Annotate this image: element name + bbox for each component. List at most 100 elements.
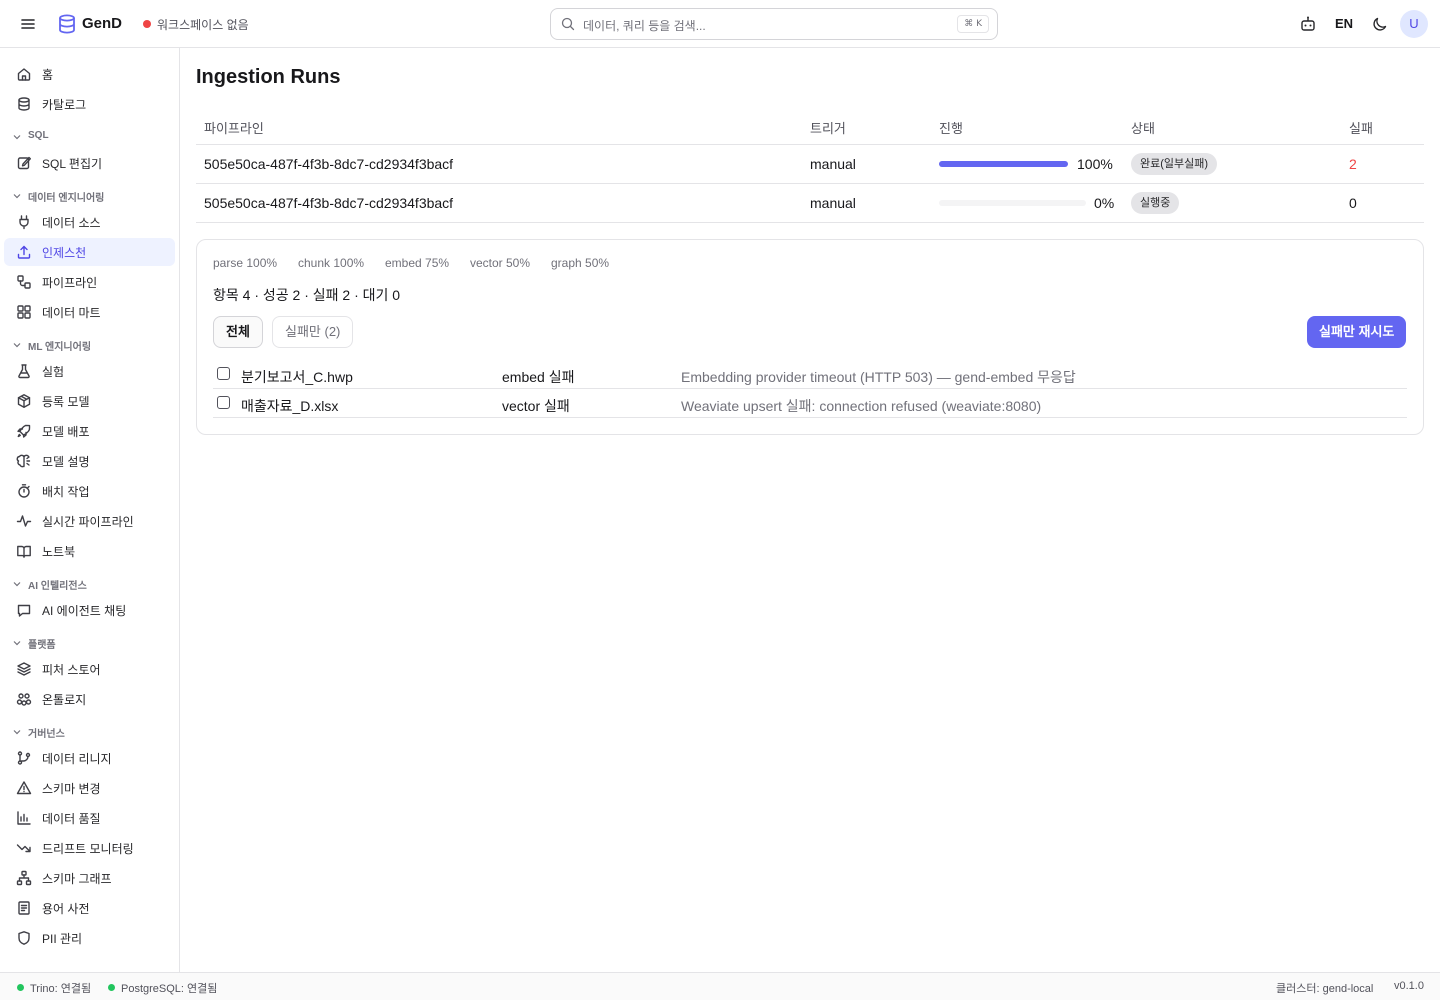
package-icon	[17, 394, 31, 408]
failed-count: 2	[1349, 156, 1357, 172]
plug-icon	[19, 215, 29, 230]
sidebar-item-label: AI 에이전트 채팅	[42, 604, 127, 618]
item-checkbox[interactable]	[217, 367, 230, 380]
language-toggle[interactable]: EN	[1335, 16, 1353, 31]
sidebar-item-label: 실시간 파이프라인	[42, 515, 134, 529]
sidebar-item-book[interactable]: 노트북	[4, 537, 175, 565]
list-item: 매출자료_D.xlsx vector 실패 Weaviate upsert 실패…	[213, 389, 1407, 418]
sidebar-item-label: 파이프라인	[42, 276, 98, 290]
moon-icon[interactable]	[1370, 14, 1390, 34]
sidebar-item-activity[interactable]: 실시간 파이프라인	[4, 507, 175, 535]
sidebar-item-flask[interactable]: 실험	[4, 357, 175, 385]
sidebar-item-shield[interactable]: PII 관리	[4, 924, 175, 952]
sidebar-item-database[interactable]: 카탈로그	[4, 90, 175, 118]
workspace-selector[interactable]: 워크스페이스 없음	[157, 16, 249, 33]
ontology-icon	[16, 693, 32, 706]
sidebar-item-package[interactable]: 등록 모델	[4, 387, 175, 415]
bar-chart-icon	[17, 811, 31, 825]
sidebar-item-label: 홈	[42, 68, 54, 82]
progress-bar	[939, 200, 1086, 206]
search-shortcut: ⌘ K	[957, 15, 989, 33]
item-error-message: Embedding provider timeout (HTTP 503) — …	[681, 369, 1076, 385]
run-detail-panel: parse 100% chunk 100% embed 75% vector 5…	[196, 239, 1424, 435]
column-header-status: 상태	[1131, 121, 1155, 136]
bot-icon[interactable]	[1298, 14, 1318, 34]
table-row[interactable]: 505e50ca-487f-4f3b-8dc7-cd2934f3bacf man…	[196, 184, 1424, 223]
sidebar-item-warning[interactable]: 스키마 변경	[4, 774, 175, 802]
app-version: v0.1.0	[1394, 980, 1424, 992]
retry-failed-button[interactable]: 실패만 재시도	[1307, 316, 1407, 348]
sidebar: 홈 카탈로그 SQL SQL 편집기 데이터 엔지니어링 데이터 소스 인제스천 파이프라인 데…	[0, 48, 180, 972]
sidebar-item-chat[interactable]: AI 에이전트 채팅	[4, 596, 175, 624]
sidebar-item-label: 모델 배포	[42, 425, 90, 439]
sidebar-item-home[interactable]: 홈	[4, 60, 175, 88]
run-pipeline-id: 505e50ca-487f-4f3b-8dc7-cd2934f3bacf	[204, 156, 454, 172]
grid-icon	[17, 305, 31, 319]
search-placeholder: 데이터, 쿼리 등을 검색...	[583, 19, 706, 33]
sidebar-item-network[interactable]: 스키마 그래프	[4, 864, 175, 892]
sidebar-section-title: 데이터 엔지니어링	[28, 193, 105, 204]
sidebar-item-git-branch[interactable]: 데이터 리니지	[4, 744, 175, 772]
column-header-trigger: 트리거	[810, 121, 846, 136]
sidebar-item-rocket[interactable]: 모델 배포	[4, 417, 175, 445]
sidebar-item-ontology[interactable]: 온톨로지	[4, 685, 175, 713]
sidebar-item-timer[interactable]: 배치 작업	[4, 477, 175, 505]
chat-icon	[17, 604, 31, 617]
table-row[interactable]: 505e50ca-487f-4f3b-8dc7-cd2934f3bacf man…	[196, 145, 1424, 184]
sidebar-item-trend-down[interactable]: 드리프트 모니터링	[4, 834, 175, 862]
workspace-status-dot	[143, 20, 151, 28]
sidebar-item-edit[interactable]: SQL 편집기	[4, 149, 175, 177]
sidebar-item-brain[interactable]: 모델 설명	[4, 447, 175, 475]
top-bar: GenD 워크스페이스 없음 데이터, 쿼리 등을 검색... ⌘ K EN U	[0, 0, 1440, 48]
search-input[interactable]: 데이터, 쿼리 등을 검색... ⌘ K	[550, 8, 998, 40]
sidebar-item-label: 모델 설명	[42, 455, 90, 469]
list-item: 분기보고서_C.hwp embed 실패 Embedding provider …	[213, 360, 1407, 389]
filter-failed-button[interactable]: 실패만 (2)	[272, 316, 354, 348]
sidebar-item-label: 카탈로그	[42, 98, 87, 112]
cluster-name: 클러스터: gend-local	[1276, 983, 1374, 995]
logo-icon	[59, 14, 75, 34]
sidebar-item-label: 인제스천	[42, 246, 87, 260]
glossary-icon	[18, 901, 30, 915]
warning-icon	[16, 781, 32, 795]
sidebar-item-layers[interactable]: 피처 스토어	[4, 655, 175, 683]
avatar[interactable]: U	[1400, 10, 1428, 38]
chevron-down-icon	[13, 343, 21, 348]
sidebar-item-label: 등록 모델	[42, 395, 90, 409]
item-checkbox[interactable]	[217, 396, 230, 409]
progress-label: 0%	[1094, 195, 1115, 211]
sidebar-section-title: AI 인텔리전스	[28, 581, 87, 592]
network-icon	[16, 870, 32, 886]
filter-all-button[interactable]: 전체	[213, 316, 263, 348]
sidebar-item-bar-chart[interactable]: 데이터 품질	[4, 804, 175, 832]
sidebar-item-label: 데이터 리니지	[42, 752, 112, 766]
stage-progress-vector: vector 50%	[470, 256, 531, 270]
run-trigger: manual	[810, 156, 856, 172]
sidebar-item-label: 온톨로지	[42, 693, 87, 707]
sidebar-item-label: 데이터 품질	[42, 812, 101, 826]
sidebar-section-title: 플랫폼	[28, 640, 56, 651]
trend-down-icon	[16, 844, 31, 853]
sidebar-item-glossary[interactable]: 용어 사전	[4, 894, 175, 922]
sidebar-item-plug[interactable]: 데이터 소스	[4, 208, 175, 236]
chevron-down-icon	[13, 641, 21, 646]
app-name[interactable]: GenD	[82, 15, 122, 32]
column-header-pipeline: 파이프라인	[204, 121, 264, 136]
sidebar-item-workflow[interactable]: 파이프라인	[4, 268, 175, 296]
status-bar: Trino: 연결됨 PostgreSQL: 연결됨 클러스터: gend-lo…	[0, 972, 1440, 1000]
sidebar-item-grid[interactable]: 데이터 마트	[4, 298, 175, 326]
workflow-icon	[17, 275, 31, 289]
database-icon	[18, 97, 30, 111]
chevron-down-icon	[13, 194, 21, 199]
postgres-status: PostgreSQL: 연결됨	[121, 983, 218, 995]
sidebar-section-title: ML 엔지니어링	[28, 342, 92, 353]
menu-icon[interactable]	[18, 14, 38, 34]
git-branch-icon	[17, 751, 31, 765]
sidebar-item-label: 용어 사전	[42, 902, 90, 916]
item-filename: 매출자료_D.xlsx	[241, 398, 339, 414]
column-header-failed: 실패	[1349, 121, 1373, 136]
shield-icon	[18, 931, 30, 945]
home-icon	[17, 68, 31, 81]
sidebar-item-upload[interactable]: 인제스천	[4, 238, 175, 266]
stage-progress-parse: parse 100%	[213, 256, 278, 270]
